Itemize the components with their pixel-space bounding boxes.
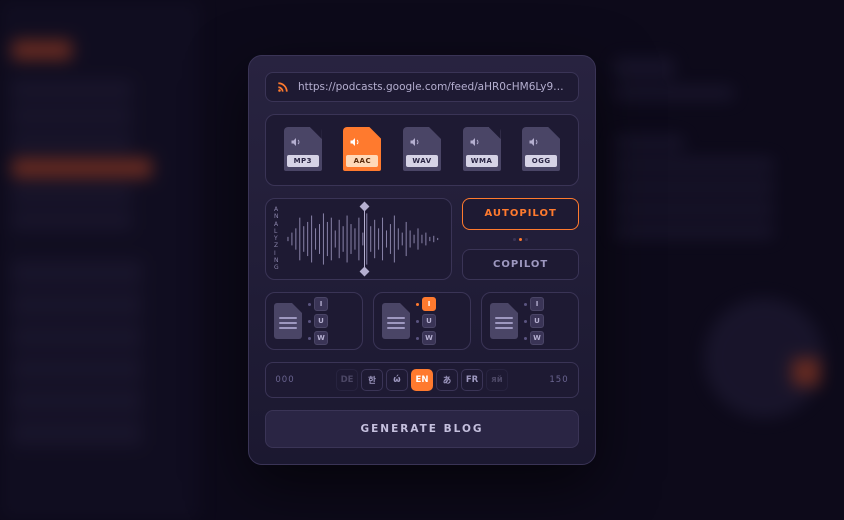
tag-indicator-dot: [308, 320, 311, 323]
generate-blog-label: GENERATE BLOG: [360, 423, 483, 435]
tag-indicator-dot: [416, 303, 419, 306]
language-chip-あ[interactable]: あ: [436, 369, 458, 391]
tag-u[interactable]: U: [530, 314, 544, 328]
format-option-mp3[interactable]: MP3: [276, 125, 330, 175]
tag-indicator-dot: [416, 337, 419, 340]
tag-indicator-dot: [308, 337, 311, 340]
copilot-label: COPILOT: [493, 259, 548, 270]
tag-i[interactable]: I: [530, 297, 544, 311]
tag-indicator-dot: [524, 337, 527, 340]
tag-u[interactable]: U: [314, 314, 328, 328]
template-option-1[interactable]: I U W: [265, 292, 363, 350]
autopilot-button[interactable]: AUTOPILOT: [462, 198, 579, 230]
format-label: WMA: [466, 155, 498, 167]
tag-i[interactable]: I: [314, 297, 328, 311]
audio-file-icon: [528, 133, 540, 145]
analyzing-label: ANALYZING: [274, 207, 280, 271]
language-chip-en[interactable]: EN: [411, 369, 433, 391]
copilot-button[interactable]: COPILOT: [462, 249, 579, 281]
language-chip-de[interactable]: DE: [336, 369, 358, 391]
language-chip-fr[interactable]: FR: [461, 369, 483, 391]
format-option-wma[interactable]: WMA: [455, 125, 509, 175]
tag-indicator-dot: [416, 320, 419, 323]
template-option-3[interactable]: I U W: [481, 292, 579, 350]
format-option-aac[interactable]: AAC: [336, 125, 390, 175]
podcast-url-input[interactable]: https://podcasts.google.com/feed/aHR0cHM…: [265, 72, 579, 102]
language-chip-яй[interactable]: яй: [486, 369, 508, 391]
podcast-url-value: https://podcasts.google.com/feed/aHR0cHM…: [298, 81, 568, 93]
format-label: WAV: [406, 155, 438, 167]
audio-format-selector: MP3 AAC WAV WMA OGG: [265, 114, 579, 186]
generate-blog-button[interactable]: GENERATE BLOG: [265, 410, 579, 448]
tag-indicator-dot: [308, 303, 311, 306]
generate-blog-modal: https://podcasts.google.com/feed/aHR0cHM…: [248, 55, 596, 465]
waveform[interactable]: [286, 207, 444, 271]
audio-file-icon: [469, 133, 481, 145]
format-label: MP3: [287, 155, 319, 167]
tag-i[interactable]: I: [422, 297, 436, 311]
language-slider[interactable]: 000 DE한ώENあFRяй 150: [265, 362, 579, 398]
language-chip-ώ[interactable]: ώ: [386, 369, 408, 391]
waveform-card: ANALYZING: [265, 198, 452, 280]
language-chip-한[interactable]: 한: [361, 369, 383, 391]
template-option-2[interactable]: I U W: [373, 292, 471, 350]
tag-w[interactable]: W: [530, 331, 544, 345]
waveform-playhead[interactable]: [364, 207, 365, 271]
format-label: OGG: [525, 155, 557, 167]
audio-file-icon: [290, 133, 302, 145]
language-min: 000: [274, 375, 296, 385]
language-max: 150: [548, 375, 570, 385]
autopilot-label: AUTOPILOT: [485, 208, 557, 219]
podcast-feed-icon: [276, 80, 290, 94]
tag-w[interactable]: W: [422, 331, 436, 345]
format-option-wav[interactable]: WAV: [395, 125, 449, 175]
document-icon: [274, 303, 302, 339]
document-icon: [490, 303, 518, 339]
tag-indicator-dot: [524, 303, 527, 306]
audio-file-icon: [409, 133, 421, 145]
document-icon: [382, 303, 410, 339]
tag-indicator-dot: [524, 320, 527, 323]
audio-file-icon: [349, 133, 361, 145]
tag-u[interactable]: U: [422, 314, 436, 328]
template-selector: I U W I U W I U W: [265, 292, 579, 350]
pilot-indicator-dots: [462, 238, 579, 241]
format-option-ogg[interactable]: OGG: [514, 125, 568, 175]
tag-w[interactable]: W: [314, 331, 328, 345]
format-label: AAC: [346, 155, 378, 167]
